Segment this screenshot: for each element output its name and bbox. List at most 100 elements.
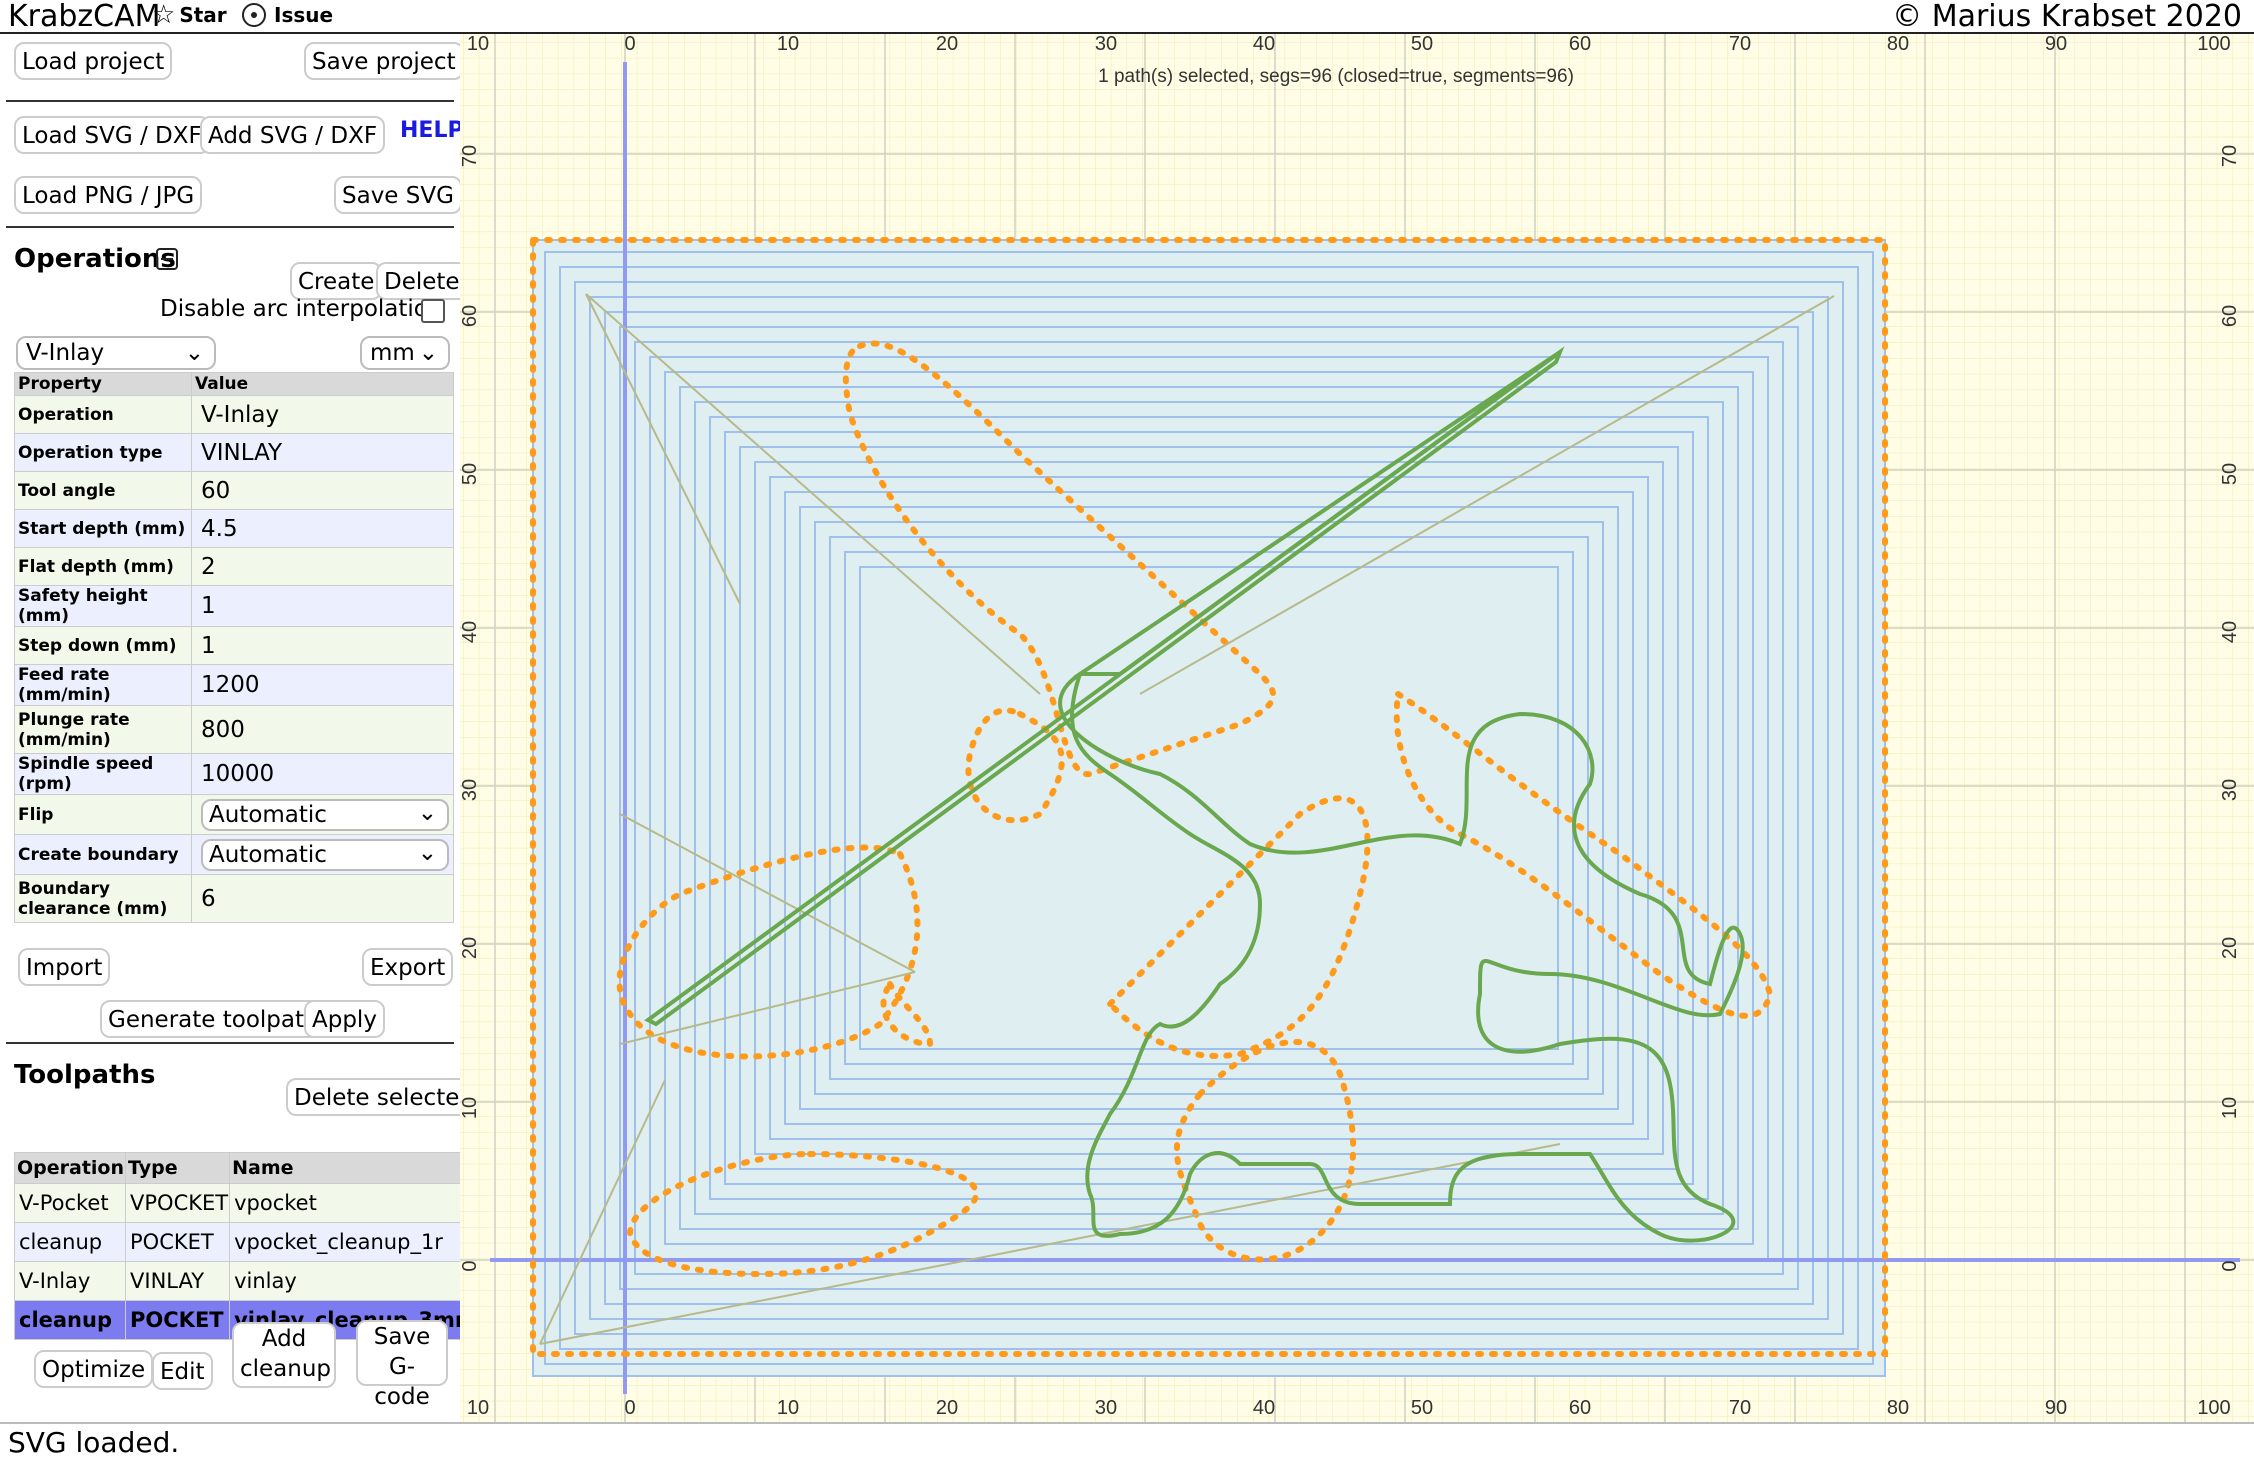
tick-label: 30: [1095, 34, 1117, 55]
divider: [6, 100, 454, 102]
create-operation-button[interactable]: Create: [290, 262, 383, 300]
property-name: Create boundary: [14, 834, 192, 875]
property-name: Feed rate (mm/min): [14, 664, 192, 706]
property-name: Operation type: [14, 433, 192, 472]
tick-label: 70: [460, 145, 481, 167]
create-boundary-select[interactable]: Automatic ⌄: [201, 838, 449, 871]
status-bar: SVG loaded.: [0, 1422, 2254, 1466]
copyright-text: © Marius Krabset 2020: [1892, 0, 2242, 34]
generate-toolpath-button[interactable]: Generate toolpath: [100, 1000, 327, 1038]
toolpath-name: vpocket: [229, 1183, 465, 1223]
unit-select[interactable]: mm ⌄: [360, 336, 450, 370]
github-issue-button[interactable]: Issue: [242, 0, 333, 30]
tick-label: 40: [1253, 34, 1275, 55]
table-row: Boundary clearance (mm) 6: [14, 874, 454, 923]
tick-label: 50: [2219, 463, 2241, 485]
import-button[interactable]: Import: [18, 948, 111, 986]
toolpath-viewport[interactable]: 10 0 10 20 30 40 50 60 70 80 90 100 10 0 10 20 30 40 50 60…: [459, 33, 2254, 1422]
delete-operation-button[interactable]: Delete: [376, 262, 468, 300]
save-project-button[interactable]: Save project: [304, 42, 464, 80]
tick-label: 30: [1095, 1397, 1117, 1419]
property-name: Start depth (mm): [14, 509, 192, 548]
load-project-button[interactable]: Load project: [14, 42, 173, 80]
property-value-input[interactable]: 800: [191, 705, 454, 754]
toolpaths-heading: Toolpaths: [14, 1060, 156, 1090]
table-header-row: Operation Type Name: [13, 1152, 465, 1184]
chevron-down-icon: ⌄: [184, 340, 204, 366]
divider: [6, 226, 454, 228]
left-panel: Load project Save project Load SVG / DXF…: [0, 34, 482, 1422]
table-row: Flip Automatic ⌄: [14, 794, 454, 835]
property-name: Step down (mm): [14, 626, 192, 665]
property-value-input[interactable]: 1: [191, 585, 454, 627]
apply-button[interactable]: Apply: [304, 1000, 385, 1038]
table-row: Create boundary Automatic ⌄: [14, 834, 454, 875]
table-row[interactable]: V-Inlay VINLAY vinlay: [13, 1261, 465, 1301]
toolpath-name: vinlay: [229, 1261, 465, 1301]
tick-label: 40: [2219, 621, 2241, 643]
edit-button[interactable]: Edit: [152, 1352, 213, 1390]
property-value-input[interactable]: 6: [191, 874, 454, 923]
property-value-input[interactable]: 2: [191, 547, 454, 586]
tick-label: 60: [1569, 1397, 1591, 1419]
property-value-input[interactable]: 10000: [191, 753, 454, 795]
operation-type-select[interactable]: V-Inlay ⌄: [16, 336, 216, 370]
unit-value: mm: [370, 340, 415, 366]
collapse-icon[interactable]: [156, 248, 178, 270]
export-button[interactable]: Export: [362, 948, 454, 986]
tick-label: 40: [1253, 1397, 1275, 1419]
save-gcode-button[interactable]: Save G-code: [356, 1320, 448, 1410]
load-svg-button[interactable]: Load SVG / DXF: [14, 116, 210, 154]
toolpath-operation: cleanup: [13, 1222, 127, 1262]
toolpath-type: VPOCKET: [125, 1183, 231, 1223]
tick-label: 30: [2219, 779, 2241, 801]
tick-label: 60: [460, 305, 481, 327]
chevron-down-icon: ⌄: [417, 799, 437, 826]
load-png-button[interactable]: Load PNG / JPG: [14, 176, 203, 214]
operation-type-value: V-Inlay: [26, 340, 105, 366]
add-svg-button[interactable]: Add SVG / DXF: [200, 116, 386, 154]
issue-label: Issue: [274, 3, 334, 27]
disable-arc-checkbox[interactable]: [421, 299, 445, 323]
tick-label: 20: [2219, 937, 2241, 959]
toolpath-type: POCKET: [125, 1300, 231, 1340]
optimize-button[interactable]: Optimize: [34, 1350, 154, 1388]
tick-label: 60: [2219, 305, 2241, 327]
tick-label: 10: [460, 1097, 481, 1119]
tick-label: 0: [624, 34, 635, 55]
tick-label: 100: [2197, 34, 2230, 55]
add-cleanup-button[interactable]: Add cleanup: [232, 1322, 336, 1388]
property-name: Tool angle: [14, 471, 192, 510]
column-header: Operation: [13, 1152, 127, 1184]
table-row: Operation type VINLAY: [14, 433, 454, 472]
flip-select[interactable]: Automatic ⌄: [201, 798, 449, 831]
tick-label: 30: [460, 779, 481, 801]
tick-label: 90: [2045, 1397, 2067, 1419]
delete-selected-button[interactable]: Delete selected: [286, 1078, 482, 1116]
property-value-input[interactable]: V-Inlay: [191, 395, 454, 434]
property-value-input[interactable]: 1200: [191, 664, 454, 706]
selection-info: 1 path(s) selected, segs=96 (closed=true…: [1098, 66, 1574, 87]
operation-properties-table: Property Value Operation V-Inlay Operati…: [14, 372, 454, 923]
property-value-input[interactable]: 1: [191, 626, 454, 665]
tick-label: 20: [460, 937, 481, 959]
table-row: Operation V-Inlay: [14, 395, 454, 434]
property-name: Flip: [14, 794, 192, 835]
property-value-input[interactable]: 60: [191, 471, 454, 510]
table-row[interactable]: V-Pocket VPOCKET vpocket: [13, 1183, 465, 1223]
tick-label: 80: [1887, 1397, 1909, 1419]
tick-label: 10: [467, 1397, 489, 1419]
property-name: Safety height (mm): [14, 585, 192, 627]
toolpaths-table: Operation Type Name V-Pocket VPOCKET vpo…: [13, 1152, 465, 1340]
github-star-button[interactable]: ☆ Star: [152, 0, 227, 30]
tick-label: 70: [1729, 1397, 1751, 1419]
property-value-input[interactable]: 4.5: [191, 509, 454, 548]
help-link[interactable]: HELP: [400, 118, 464, 143]
tick-label: 100: [2197, 1397, 2230, 1419]
table-row: Plunge rate (mm/min) 800: [14, 705, 454, 754]
table-row[interactable]: cleanup POCKET vpocket_cleanup_1r: [13, 1222, 465, 1262]
table-row: Start depth (mm) 4.5: [14, 509, 454, 548]
chevron-down-icon: ⌄: [418, 340, 438, 366]
save-svg-button[interactable]: Save SVG: [334, 176, 462, 214]
cam-canvas[interactable]: 10 0 10 20 30 40 50 60 70 80 90 100 10 0 10 20 30 40 50 60…: [459, 33, 2254, 1422]
